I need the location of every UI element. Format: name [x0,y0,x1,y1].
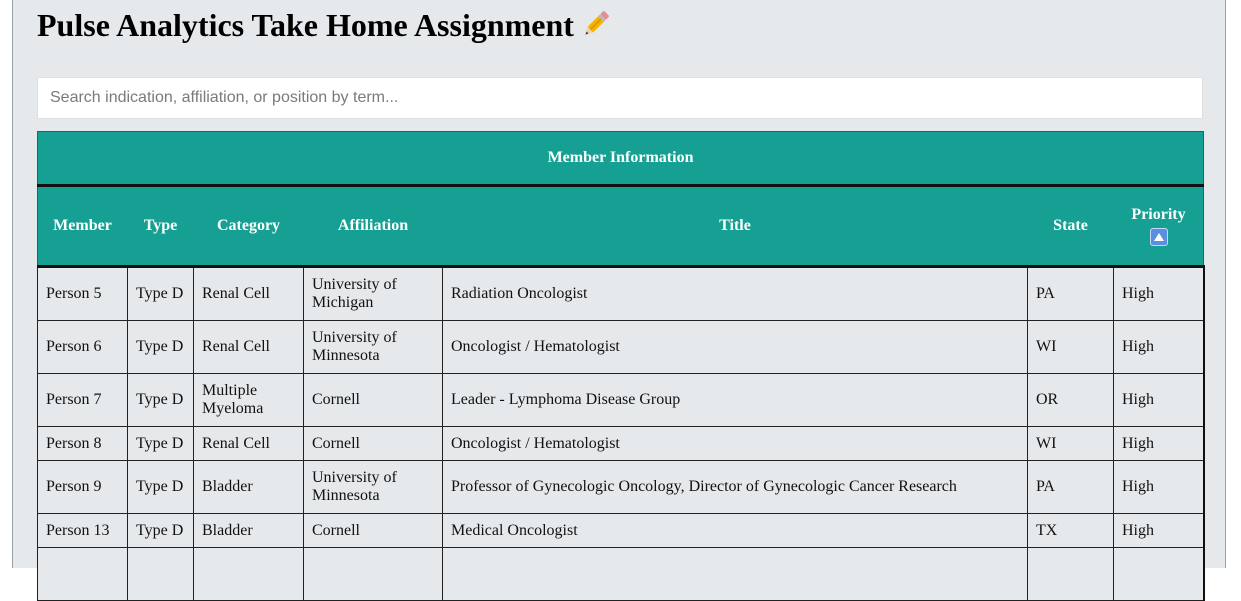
search-input[interactable] [37,77,1203,119]
cell-title: Oncologist / Hematologist [442,320,1028,374]
column-header-state[interactable]: State [1027,185,1114,268]
cell-type: Type D [127,426,194,461]
cell-type [127,547,194,601]
cell-title: Leader - Lymphoma Disease Group [442,373,1028,427]
cell-affiliation: University of Minnesota [303,320,443,374]
pencil-icon [580,7,612,51]
group-header-member-information: Member Information [36,131,1205,187]
table-row: Person 5 Type D Renal Cell University of… [37,266,1205,321]
cell-affiliation: Cornell [303,513,443,548]
cell-priority: High [1112,373,1205,427]
cell-title [442,547,1028,601]
member-table: Member Information Member Type Category … [36,131,1205,601]
cell-priority: High [1112,266,1205,321]
table-row: Person 13 Type D Bladder Cornell Medical… [37,513,1205,548]
cell-affiliation [303,547,443,601]
cell-category: Renal Cell [193,266,304,321]
table-row [37,547,1205,601]
sort-ascending-icon[interactable] [1149,228,1168,246]
cell-type: Type D [127,460,194,514]
cell-category: Renal Cell [193,320,304,374]
cell-state: WI [1027,426,1114,461]
column-header-type[interactable]: Type [127,185,194,268]
cell-category: Renal Cell [193,426,304,461]
cell-type: Type D [127,373,194,427]
column-header-priority[interactable]: Priority [1112,185,1205,268]
cell-affiliation: University of Michigan [303,266,443,321]
column-header-priority-label: Priority [1131,206,1186,223]
cell-type: Type D [127,513,194,548]
cell-member: Person 8 [37,426,128,461]
table-row: Person 6 Type D Renal Cell University of… [37,320,1205,374]
cell-priority: High [1112,513,1205,548]
table-row: Person 9 Type D Bladder University of Mi… [37,460,1205,514]
table-row: Person 7 Type D Multiple Myeloma Cornell… [37,373,1205,427]
cell-title: Professor of Gynecologic Oncology, Direc… [442,460,1028,514]
cell-member: Person 13 [37,513,128,548]
cell-state: WI [1027,320,1114,374]
cell-state: PA [1027,266,1114,321]
cell-priority: High [1112,426,1205,461]
column-header-affiliation[interactable]: Affiliation [303,185,443,268]
cell-priority: High [1112,320,1205,374]
column-header-row: Member Type Category Affiliation Title S… [37,185,1205,268]
group-header-row: Member Information [36,131,1205,187]
table-row: Person 8 Type D Renal Cell Cornell Oncol… [37,426,1205,461]
cell-category [193,547,304,601]
cell-title: Radiation Oncologist [442,266,1028,321]
cell-title: Oncologist / Hematologist [442,426,1028,461]
cell-affiliation: Cornell [303,373,443,427]
cell-member [37,547,128,601]
cell-member: Person 7 [37,373,128,427]
column-header-member[interactable]: Member [37,185,128,268]
cell-state: OR [1027,373,1114,427]
app-page: Pulse Analytics Take Home Assignment Sea… [12,0,1226,601]
cell-state [1027,547,1114,601]
cell-affiliation: Cornell [303,426,443,461]
page-title: Pulse Analytics Take Home Assignment [37,3,612,51]
cell-priority [1112,547,1205,601]
cell-category: Multiple Myeloma [193,373,304,427]
cell-member: Person 9 [37,460,128,514]
column-header-title[interactable]: Title [442,185,1028,268]
page-title-text: Pulse Analytics Take Home Assignment [37,7,574,43]
cell-category: Bladder [193,513,304,548]
cell-priority: High [1112,460,1205,514]
cell-type: Type D [127,320,194,374]
cell-state: TX [1027,513,1114,548]
cell-type: Type D [127,266,194,321]
column-header-category[interactable]: Category [193,185,304,268]
cell-title: Medical Oncologist [442,513,1028,548]
cell-member: Person 5 [37,266,128,321]
cell-member: Person 6 [37,320,128,374]
cell-category: Bladder [193,460,304,514]
cell-affiliation: University of Minnesota [303,460,443,514]
cell-state: PA [1027,460,1114,514]
